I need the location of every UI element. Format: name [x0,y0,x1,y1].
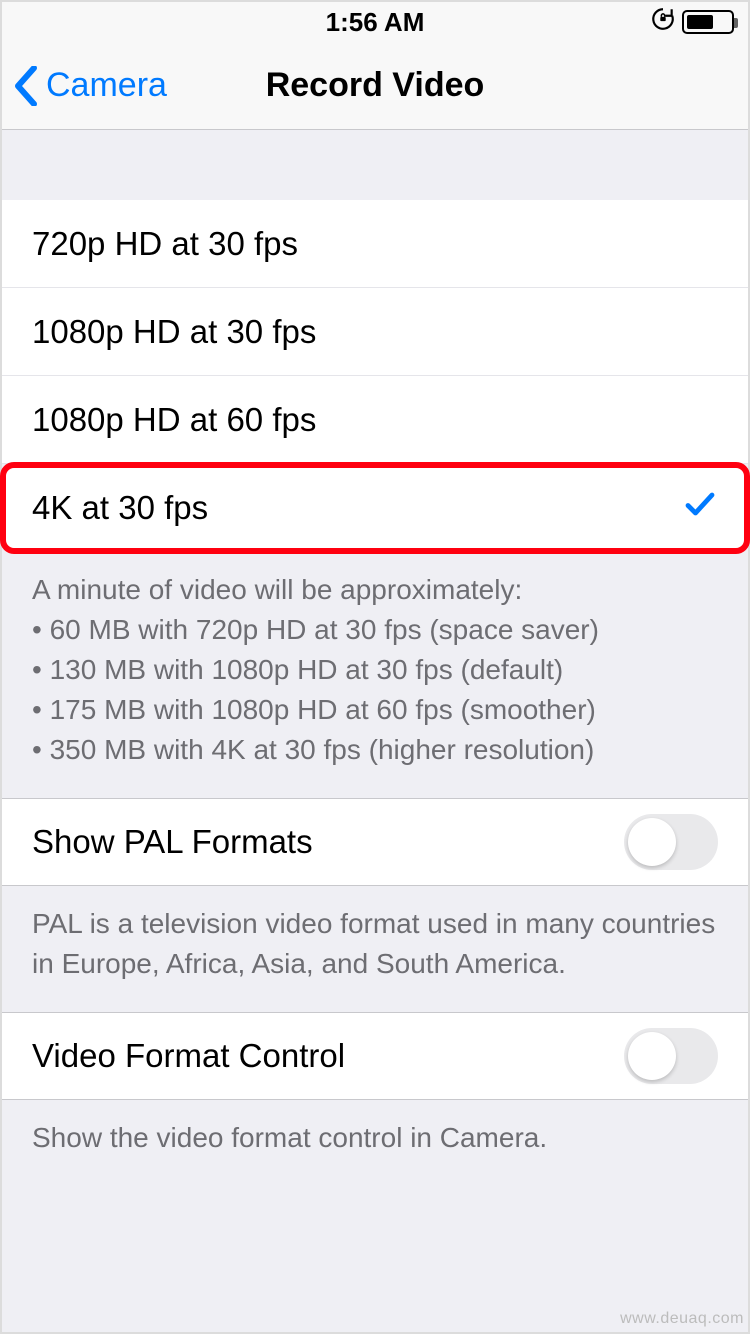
size-line: • 60 MB with 720p HD at 30 fps (space sa… [32,610,718,650]
size-footer-intro: A minute of video will be approximately: [32,574,522,605]
option-1080p-30[interactable]: 1080p HD at 30 fps [2,288,748,376]
option-label: 1080p HD at 60 fps [32,401,316,439]
checkmark-icon [682,486,718,530]
status-time: 1:56 AM [326,7,425,38]
back-button[interactable]: Camera [2,66,167,106]
option-4k-30[interactable]: 4K at 30 fps [2,464,748,552]
show-pal-formats-row[interactable]: Show PAL Formats [2,798,748,886]
section-gap [2,130,748,200]
size-line: • 350 MB with 4K at 30 fps (higher resol… [32,730,718,770]
orientation-lock-icon [650,6,676,39]
option-720p-30[interactable]: 720p HD at 30 fps [2,200,748,288]
chevron-left-icon [14,66,38,106]
option-label: 4K at 30 fps [32,489,208,527]
size-footer: A minute of video will be approximately:… [2,552,748,798]
vfc-label: Video Format Control [32,1037,345,1075]
battery-icon [682,10,734,34]
pal-label: Show PAL Formats [32,823,313,861]
settings-screen: 1:56 AM Camera Record Video 720p HD [0,0,750,1334]
vfc-toggle[interactable] [624,1028,718,1084]
pal-footer: PAL is a television video format used in… [2,886,748,1012]
status-bar: 1:56 AM [2,2,748,42]
option-label: 1080p HD at 30 fps [32,313,316,351]
vfc-footer: Show the video format control in Camera. [2,1100,748,1186]
size-line: • 175 MB with 1080p HD at 60 fps (smooth… [32,690,718,730]
status-right [650,2,734,42]
pal-toggle[interactable] [624,814,718,870]
back-label: Camera [46,66,167,105]
size-line: • 130 MB with 1080p HD at 30 fps (defaul… [32,650,718,690]
video-format-control-row[interactable]: Video Format Control [2,1012,748,1100]
option-label: 720p HD at 30 fps [32,225,298,263]
nav-bar: Camera Record Video [2,42,748,130]
watermark: www.deuaq.com [620,1310,744,1328]
option-1080p-60[interactable]: 1080p HD at 60 fps [2,376,748,464]
